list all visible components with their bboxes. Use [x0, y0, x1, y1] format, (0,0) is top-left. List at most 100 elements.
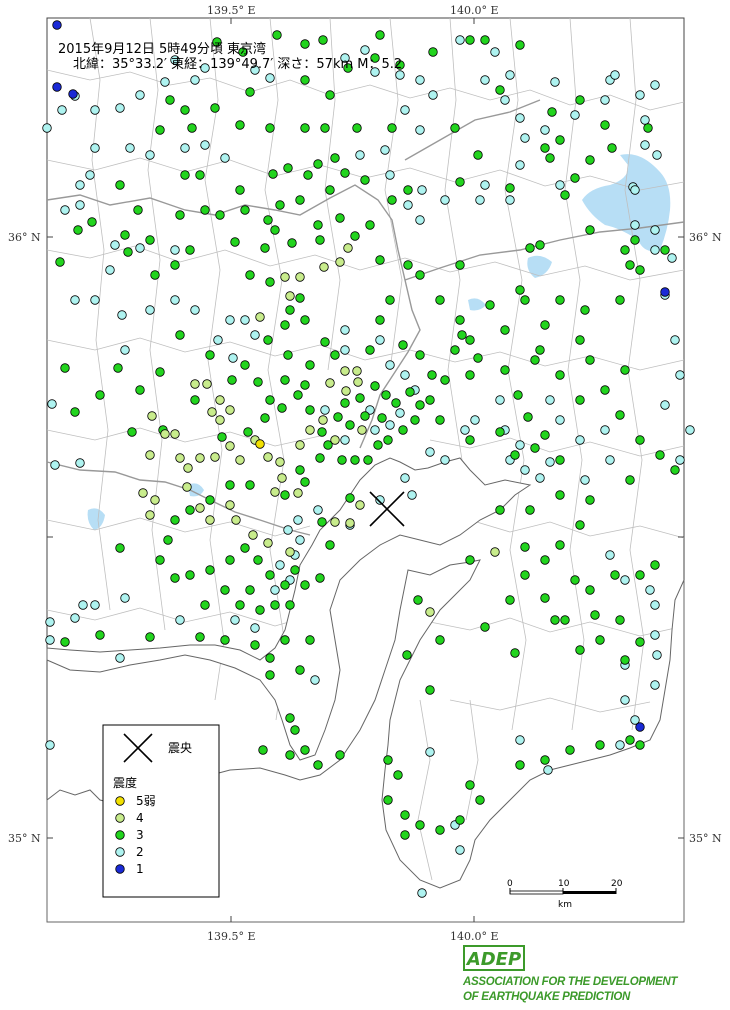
station-int2 — [115, 103, 125, 113]
station-int3 — [435, 635, 445, 645]
station-int3 — [495, 85, 505, 95]
station-int3 — [600, 120, 610, 130]
station-int2 — [45, 617, 55, 627]
station-int3 — [525, 243, 535, 253]
station-int2 — [400, 370, 410, 380]
legend-swatch-3 — [115, 847, 125, 857]
station-int3 — [415, 400, 425, 410]
station-int4 — [138, 488, 148, 498]
station-int3 — [428, 47, 438, 57]
station-int4 — [355, 500, 365, 510]
station-int2 — [415, 125, 425, 135]
station-int2 — [440, 195, 450, 205]
station-int3 — [268, 169, 278, 179]
station-int3 — [70, 407, 80, 417]
scale-tick-10: 10 — [558, 879, 570, 889]
station-int1 — [52, 20, 62, 30]
station-int2 — [283, 525, 293, 535]
station-int3 — [303, 170, 313, 180]
station-int2 — [630, 185, 640, 195]
station-int3 — [473, 353, 483, 363]
station-int3 — [457, 330, 467, 340]
station-int4 — [231, 515, 241, 525]
station-int2 — [515, 113, 525, 123]
station-int2 — [320, 405, 330, 415]
station-int3 — [500, 365, 510, 375]
station-int2 — [90, 143, 100, 153]
station-int4 — [147, 411, 157, 421]
station-int3 — [313, 760, 323, 770]
station-int3 — [540, 593, 550, 603]
station-int2 — [70, 295, 80, 305]
station-int2 — [645, 585, 655, 595]
station-int4 — [490, 547, 500, 557]
station-int3 — [590, 610, 600, 620]
station-int3 — [555, 540, 565, 550]
adep-logo-mark: ADEP — [463, 945, 525, 971]
legend: 震央 震度 5弱 4 3 2 1 — [102, 724, 220, 898]
station-int2 — [120, 593, 130, 603]
station-int4 — [340, 366, 350, 376]
station-int2 — [160, 77, 170, 87]
station-int2 — [428, 90, 438, 100]
station-int3 — [510, 648, 520, 658]
station-int3 — [575, 520, 585, 530]
station-int2 — [145, 150, 155, 160]
station-int2 — [190, 305, 200, 315]
station-int4 — [160, 429, 170, 439]
station-int2 — [42, 123, 52, 133]
station-int3 — [635, 570, 645, 580]
station-int3 — [270, 225, 280, 235]
station-int3 — [250, 640, 260, 650]
station-int3 — [585, 355, 595, 365]
station-int3 — [235, 120, 245, 130]
lat-label-right-35: 35° N — [689, 832, 722, 845]
station-int3 — [465, 555, 475, 565]
station-int3 — [55, 257, 65, 267]
station-int3 — [620, 655, 630, 665]
station-int2 — [45, 740, 55, 750]
station-int2 — [355, 150, 365, 160]
station-int2 — [675, 370, 685, 380]
station-int3 — [280, 320, 290, 330]
station-int3 — [95, 390, 105, 400]
station-int2 — [190, 75, 200, 85]
station-int2 — [90, 600, 100, 610]
station-int4 — [285, 291, 295, 301]
station-int3 — [265, 570, 275, 580]
station-int4 — [175, 453, 185, 463]
station-int2 — [78, 600, 88, 610]
station-int3 — [398, 340, 408, 350]
station-int3 — [575, 395, 585, 405]
station-int3 — [200, 205, 210, 215]
station-int3 — [427, 370, 437, 380]
station-int3 — [60, 637, 70, 647]
station-int3 — [360, 411, 370, 421]
station-int4 — [319, 262, 329, 272]
station-int2 — [575, 435, 585, 445]
station-int3 — [575, 645, 585, 655]
legend-epicenter-label: 震央 — [168, 741, 192, 755]
station-int3 — [505, 595, 515, 605]
station-int3 — [375, 315, 385, 325]
station-int3 — [300, 580, 310, 590]
station-int3 — [381, 390, 391, 400]
station-int2 — [90, 105, 100, 115]
station-int3 — [245, 270, 255, 280]
station-int3 — [373, 440, 383, 450]
station-int4 — [145, 450, 155, 460]
scale-tick-0: 0 — [507, 879, 513, 889]
station-int2 — [400, 473, 410, 483]
station-int3 — [540, 320, 550, 330]
station-int3 — [123, 247, 133, 257]
station-int2 — [545, 457, 555, 467]
station-int3 — [318, 35, 328, 45]
station-int3 — [175, 330, 185, 340]
station-int3 — [495, 427, 505, 437]
station-int2 — [125, 143, 135, 153]
station-int2 — [340, 435, 350, 445]
station-int3 — [280, 375, 290, 385]
station-int4 — [353, 377, 363, 387]
station-int2 — [495, 395, 505, 405]
station-int2 — [50, 460, 60, 470]
